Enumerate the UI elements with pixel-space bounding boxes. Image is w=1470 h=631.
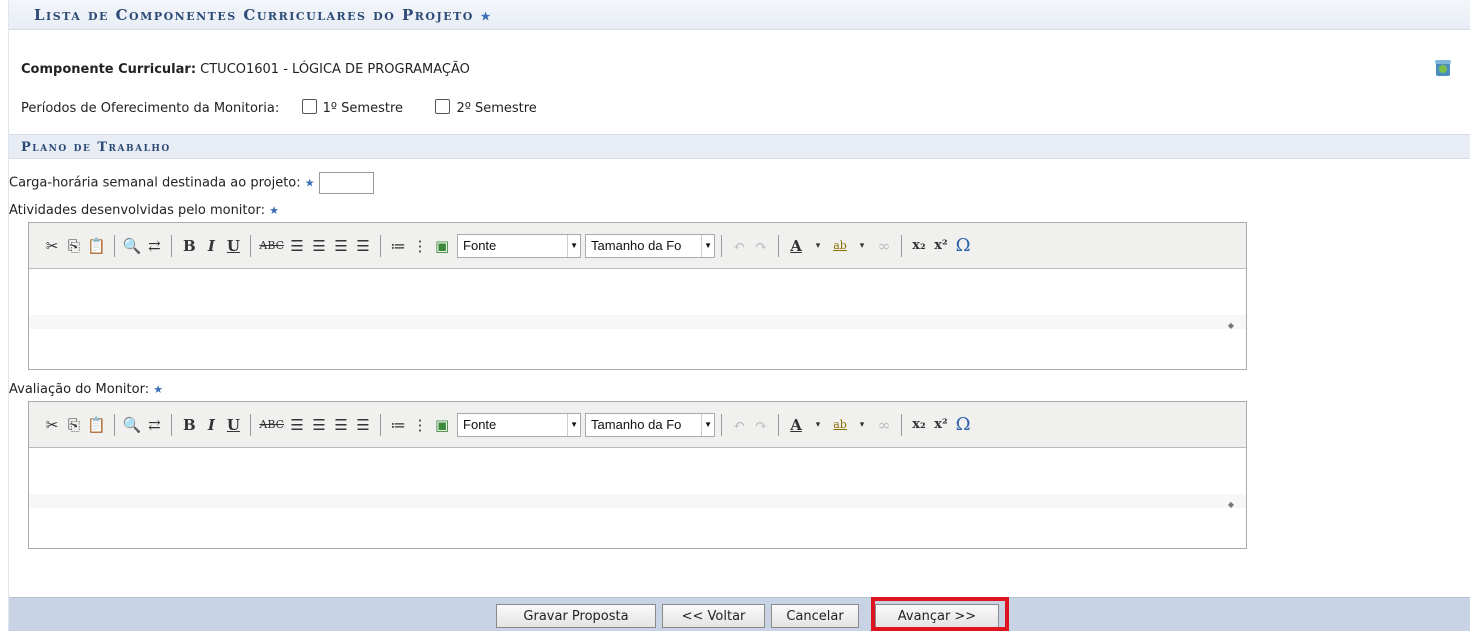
text-color-icon[interactable]: A bbox=[785, 235, 807, 257]
superscript-icon[interactable]: x² bbox=[930, 414, 952, 436]
align-left-icon[interactable]: ☰ bbox=[286, 414, 308, 436]
component-label: Componente Curricular: bbox=[21, 62, 197, 77]
cut-icon[interactable]: ✂ bbox=[41, 235, 63, 257]
required-star-icon: ★ bbox=[269, 204, 279, 217]
plan-caption: Plano de Trabalho bbox=[9, 134, 1470, 159]
editor-toolbar: ✂ ⎘ 📋 🔍 ⇄ B I U ABC ☰ ☰ ☰ ☰ ≔ ⋮ ▣ Fonte … bbox=[29, 402, 1246, 448]
copy-icon[interactable]: ⎘ bbox=[63, 235, 85, 257]
cancel-button[interactable]: Cancelar bbox=[771, 604, 859, 628]
italic-icon[interactable]: I bbox=[200, 235, 222, 257]
replace-icon[interactable]: ⇄ bbox=[143, 414, 165, 436]
chevron-down-icon[interactable]: ▾ bbox=[851, 235, 873, 257]
special-char-icon[interactable]: Ω bbox=[952, 414, 974, 436]
image-icon[interactable]: ▣ bbox=[431, 414, 453, 436]
bullet-list-icon[interactable]: ≔ bbox=[387, 414, 409, 436]
redo-icon[interactable]: ↷ bbox=[750, 414, 772, 436]
undo-icon[interactable]: ↶ bbox=[728, 414, 750, 436]
component-row: Componente Curricular: CTUCO1601 - LÓGIC… bbox=[21, 62, 470, 77]
resize-handle-icon[interactable]: ◆ bbox=[1228, 500, 1234, 509]
subscript-icon[interactable]: x₂ bbox=[908, 414, 930, 436]
plan-title: Plano de Trabalho bbox=[21, 140, 171, 155]
chevron-down-icon: ▼ bbox=[701, 234, 714, 257]
save-proposal-button[interactable]: Gravar Proposta bbox=[496, 604, 656, 628]
redo-icon[interactable]: ↷ bbox=[750, 235, 772, 257]
chevron-down-icon: ▼ bbox=[701, 413, 714, 436]
chevron-down-icon[interactable]: ▾ bbox=[807, 235, 829, 257]
numbered-list-icon[interactable]: ⋮ bbox=[409, 235, 431, 257]
semester-2-label: 2º Semestre bbox=[456, 101, 537, 116]
evaluation-label: Avaliação do Monitor: bbox=[9, 382, 150, 397]
required-star-icon: ★ bbox=[153, 383, 164, 396]
find-icon[interactable]: 🔍 bbox=[121, 235, 144, 257]
bullet-list-icon[interactable]: ≔ bbox=[387, 235, 409, 257]
semester-1-label: 1º Semestre bbox=[322, 101, 404, 116]
semester-1-checkbox[interactable] bbox=[301, 99, 317, 114]
text-color-icon[interactable]: A bbox=[785, 414, 807, 436]
evaluation-label-row: Avaliação do Monitor: ★ bbox=[9, 382, 163, 397]
find-icon[interactable]: 🔍 bbox=[121, 414, 144, 436]
section-caption: Lista de Componentes Curriculares do Pro… bbox=[9, 0, 1470, 30]
hours-row: Carga-horária semanal destinada ao proje… bbox=[9, 172, 374, 194]
evaluation-textarea[interactable]: ◆ bbox=[29, 448, 1246, 548]
chevron-down-icon: ▼ bbox=[567, 234, 580, 257]
hours-input[interactable] bbox=[318, 172, 374, 194]
activities-editor: ✂ ⎘ 📋 🔍 ⇄ B I U ABC ☰ ☰ ☰ ☰ ≔ ⋮ ▣ Fonte … bbox=[28, 222, 1247, 370]
align-right-icon[interactable]: ☰ bbox=[330, 414, 352, 436]
paste-icon[interactable]: 📋 bbox=[85, 414, 108, 436]
activities-label-row: Atividades desenvolvidas pelo monitor: ★ bbox=[9, 203, 279, 218]
align-center-icon[interactable]: ☰ bbox=[308, 414, 330, 436]
remove-component-icon[interactable] bbox=[1433, 58, 1453, 78]
chevron-down-icon[interactable]: ▾ bbox=[807, 414, 829, 436]
back-button[interactable]: << Voltar bbox=[662, 604, 765, 628]
justify-icon[interactable]: ☰ bbox=[352, 235, 374, 257]
highlight-color-icon[interactable]: ab bbox=[829, 235, 851, 257]
activities-textarea[interactable]: ◆ bbox=[29, 269, 1246, 369]
numbered-list-icon[interactable]: ⋮ bbox=[409, 414, 431, 436]
periods-row: Períodos de Oferecimento da Monitoria: 1… bbox=[21, 99, 537, 116]
editor-toolbar: ✂ ⎘ 📋 🔍 ⇄ B I U ABC ☰ ☰ ☰ ☰ ≔ ⋮ ▣ Fonte … bbox=[29, 223, 1246, 269]
next-button[interactable]: Avançar >> bbox=[875, 604, 999, 628]
semester-2-checkbox[interactable] bbox=[435, 99, 451, 114]
bold-icon[interactable]: B bbox=[178, 235, 200, 257]
special-char-icon[interactable]: Ω bbox=[952, 235, 974, 257]
underline-icon[interactable]: U bbox=[222, 235, 244, 257]
component-value: CTUCO1601 - LÓGICA DE PROGRAMAÇÃO bbox=[200, 62, 470, 77]
link-icon[interactable]: ∞ bbox=[873, 414, 895, 436]
hours-label: Carga-horária semanal destinada ao proje… bbox=[9, 175, 301, 191]
highlight-color-icon[interactable]: ab bbox=[829, 414, 851, 436]
align-center-icon[interactable]: ☰ bbox=[308, 235, 330, 257]
form-container: Lista de Componentes Curriculares do Pro… bbox=[8, 0, 1470, 631]
size-select[interactable]: Tamanho da Fo ▼ bbox=[585, 412, 716, 437]
chevron-down-icon[interactable]: ▾ bbox=[851, 414, 873, 436]
font-select[interactable]: Fonte ▼ bbox=[457, 412, 582, 437]
periods-label: Períodos de Oferecimento da Monitoria: bbox=[21, 101, 280, 116]
copy-icon[interactable]: ⎘ bbox=[63, 414, 85, 436]
required-star-icon: ★ bbox=[480, 10, 492, 23]
strikethrough-icon[interactable]: ABC bbox=[257, 414, 286, 436]
replace-icon[interactable]: ⇄ bbox=[143, 235, 165, 257]
undo-icon[interactable]: ↶ bbox=[728, 235, 750, 257]
size-select[interactable]: Tamanho da Fo ▼ bbox=[585, 233, 716, 258]
superscript-icon[interactable]: x² bbox=[930, 235, 952, 257]
strikethrough-icon[interactable]: ABC bbox=[257, 235, 286, 257]
paste-icon[interactable]: 📋 bbox=[85, 235, 108, 257]
align-right-icon[interactable]: ☰ bbox=[330, 235, 352, 257]
italic-icon[interactable]: I bbox=[200, 414, 222, 436]
justify-icon[interactable]: ☰ bbox=[352, 414, 374, 436]
activities-label: Atividades desenvolvidas pelo monitor: bbox=[9, 203, 265, 218]
align-left-icon[interactable]: ☰ bbox=[286, 235, 308, 257]
image-icon[interactable]: ▣ bbox=[431, 235, 453, 257]
link-icon[interactable]: ∞ bbox=[873, 235, 895, 257]
resize-handle-icon[interactable]: ◆ bbox=[1228, 321, 1234, 330]
evaluation-editor: ✂ ⎘ 📋 🔍 ⇄ B I U ABC ☰ ☰ ☰ ☰ ≔ ⋮ ▣ Fonte … bbox=[28, 401, 1247, 549]
required-star-icon: ★ bbox=[304, 176, 315, 190]
underline-icon[interactable]: U bbox=[222, 414, 244, 436]
section-title: Lista de Componentes Curriculares do Pro… bbox=[34, 6, 474, 24]
chevron-down-icon: ▼ bbox=[567, 413, 580, 436]
cut-icon[interactable]: ✂ bbox=[41, 414, 63, 436]
bold-icon[interactable]: B bbox=[178, 414, 200, 436]
subscript-icon[interactable]: x₂ bbox=[908, 235, 930, 257]
font-select[interactable]: Fonte ▼ bbox=[457, 233, 582, 258]
